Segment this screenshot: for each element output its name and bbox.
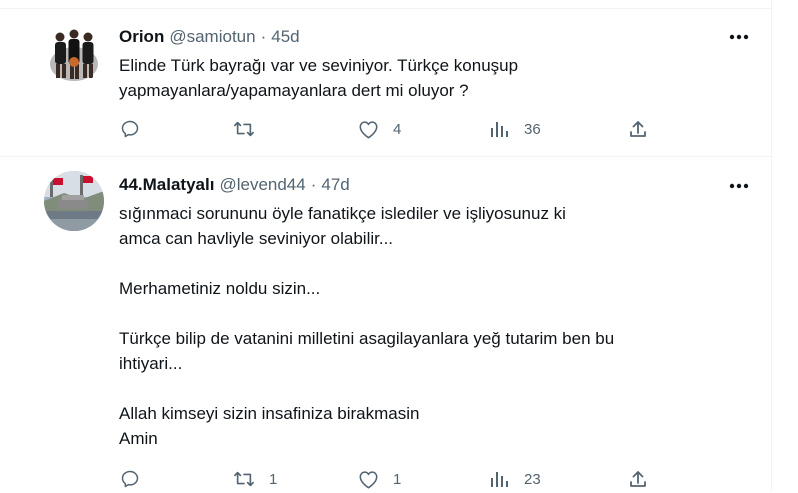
tweet-line: ihtiyari... <box>119 354 183 373</box>
reply-button[interactable] <box>119 465 155 493</box>
separator: · <box>260 27 267 46</box>
tweet-header: 44.Malatyalı @levend44 · 47d <box>119 175 350 195</box>
display-name[interactable]: Orion <box>119 27 164 47</box>
reply-button[interactable] <box>119 115 155 143</box>
retweet-count: 1 <box>269 470 278 488</box>
views-button[interactable]: 36 <box>488 115 541 143</box>
user-handle[interactable]: @samiotun <box>169 27 255 47</box>
like-count: 1 <box>393 470 402 488</box>
more-horizontal-icon <box>729 183 749 189</box>
retweet-icon <box>233 468 255 490</box>
tweet-line: Elinde Türk bayrağı var ve seviniyor. Tü… <box>119 56 519 75</box>
retweet-button[interactable]: 1 <box>233 465 277 493</box>
more-horizontal-icon <box>729 34 749 40</box>
avatar[interactable] <box>44 171 104 231</box>
view-count: 36 <box>524 120 541 138</box>
display-name[interactable]: 44.Malatyalı <box>119 175 214 195</box>
views-icon <box>488 468 510 490</box>
tweet-line: Türkçe bilip de vatanini milletini asagi… <box>119 329 615 348</box>
tweet-line: sığınmaci sorununu öyle fanatikçe isledi… <box>119 204 566 223</box>
tweet[interactable]: Orion @samiotun · 45d Elinde Türk bayrağ… <box>0 9 772 157</box>
user-handle[interactable]: @levend44 <box>219 175 305 195</box>
tweet-text: Elinde Türk bayrağı var ve seviniyor. Tü… <box>119 53 739 103</box>
views-icon <box>488 118 510 140</box>
share-icon <box>627 118 649 140</box>
share-icon <box>627 468 649 490</box>
view-count: 23 <box>524 470 541 488</box>
retweet-button[interactable] <box>233 115 269 143</box>
reply-icon <box>119 468 141 490</box>
avatar[interactable] <box>44 24 104 84</box>
timestamp[interactable]: 45d <box>271 27 299 47</box>
like-button[interactable]: 4 <box>357 115 401 143</box>
tweet-text: sığınmaci sorununu öyle fanatikçe isledi… <box>119 201 739 451</box>
tweet-line: Merhametiniz noldu sizin... <box>119 279 321 298</box>
heart-icon <box>357 468 379 490</box>
share-button[interactable] <box>627 465 649 493</box>
tweet-line: yapmayanlara/yapamayanlara dert mi oluyo… <box>119 81 469 100</box>
tweet-line: Allah kimseyi sizin insafiniza birakmasi… <box>119 404 420 423</box>
like-button[interactable]: 1 <box>357 465 401 493</box>
more-options-button[interactable] <box>722 174 756 198</box>
retweet-icon <box>233 118 255 140</box>
action-bar: 1 1 23 <box>119 465 659 493</box>
share-button[interactable] <box>627 115 649 143</box>
separator: · <box>310 175 317 194</box>
views-button[interactable]: 23 <box>488 465 541 493</box>
heart-icon <box>357 118 379 140</box>
timestamp[interactable]: 47d <box>321 175 349 195</box>
tweet-line: amca can havliyle seviniyor olabilir... <box>119 229 394 248</box>
like-count: 4 <box>393 120 402 138</box>
tweet[interactable]: 44.Malatyalı @levend44 · 47d sığınmaci s… <box>0 157 772 491</box>
tweet-header: Orion @samiotun · 45d <box>119 27 300 47</box>
reply-icon <box>119 118 141 140</box>
timeline: Orion @samiotun · 45d Elinde Türk bayrağ… <box>0 0 772 491</box>
tweet-line: Amin <box>119 429 158 448</box>
more-options-button[interactable] <box>722 25 756 49</box>
action-bar: 4 36 <box>119 115 659 143</box>
